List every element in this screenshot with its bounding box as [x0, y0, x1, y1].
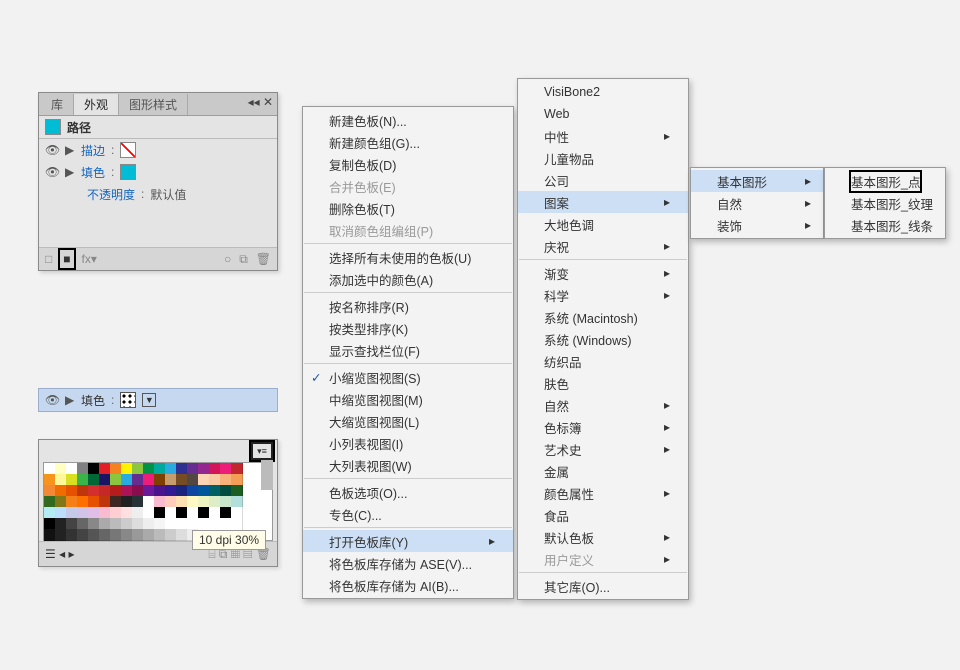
panel-menu-button[interactable]: ▾≡	[251, 442, 273, 460]
disclosure-icon[interactable]: ▶	[65, 143, 75, 157]
tab-appearance[interactable]: 外观	[74, 94, 119, 115]
appearance-footer: □ ■ fx▾ ○ ⧉ 🗑	[39, 247, 277, 270]
menu-item[interactable]: 将色板库存储为 ASE(V)...	[303, 552, 513, 574]
menu-item[interactable]: 基本图形_点	[825, 170, 945, 192]
menu-item[interactable]: 自然	[518, 394, 688, 416]
menu-item[interactable]: 渐变	[518, 262, 688, 284]
menu-item[interactable]: 科学	[518, 284, 688, 306]
footer-fx-icon[interactable]: fx▾	[82, 252, 97, 266]
menu-item[interactable]: 系统 (Macintosh)	[518, 306, 688, 328]
menu-item[interactable]: 新建色板(N)...	[303, 109, 513, 131]
open-swatch-library-submenu[interactable]: VisiBone2Web中性儿童物品公司图案大地色调庆祝渐变科学系统 (Maci…	[517, 78, 689, 600]
stroke-row[interactable]: 👁 ▶ 描边 :	[39, 139, 277, 161]
disclosure-icon[interactable]: ▶	[65, 393, 75, 407]
menu-item[interactable]: 小缩览图视图(S)	[303, 366, 513, 388]
menu-item[interactable]: 公司	[518, 169, 688, 191]
menu-item[interactable]: 系统 (Windows)	[518, 328, 688, 350]
menu-item[interactable]: 打开色板库(Y)	[303, 530, 513, 552]
object-swatch-icon	[45, 119, 61, 135]
fill-mini-label: 填色	[81, 392, 105, 409]
menu-item: 合并色板(E)	[303, 175, 513, 197]
footer-next-icon[interactable]: ▸	[68, 547, 74, 561]
menu-item[interactable]: 新建颜色组(G)...	[303, 131, 513, 153]
menu-item[interactable]: 纺织品	[518, 350, 688, 372]
menu-item: 取消颜色组编组(P)	[303, 219, 513, 241]
panel-close-controls[interactable]: ◂◂ ✕	[248, 95, 273, 109]
footer-left-icon[interactable]: ☰	[45, 547, 56, 561]
menu-item: 用户定义	[518, 548, 688, 570]
menu-item[interactable]: 大地色调	[518, 213, 688, 235]
menu-item[interactable]: 中缩览图视图(M)	[303, 388, 513, 410]
menu-item[interactable]: 食品	[518, 504, 688, 526]
basic-graphics-submenu[interactable]: 基本图形_点基本图形_纹理基本图形_线条	[824, 167, 946, 239]
menu-item[interactable]: 大缩览图视图(L)	[303, 410, 513, 432]
tab-library[interactable]: 库	[41, 94, 74, 115]
visibility-icon[interactable]: 👁	[45, 393, 59, 407]
menu-item[interactable]: 默认色板	[518, 526, 688, 548]
visibility-icon[interactable]: 👁	[45, 143, 59, 157]
dropdown-icon[interactable]: ▼	[142, 393, 156, 407]
menu-item[interactable]: 色标簿	[518, 416, 688, 438]
menu-item[interactable]: 添加选中的颜色(A)	[303, 268, 513, 290]
menu-item[interactable]: 基本图形_纹理	[825, 192, 945, 214]
menu-item[interactable]: 儿童物品	[518, 147, 688, 169]
opacity-value: 默认值	[150, 186, 186, 203]
disclosure-icon[interactable]: ▶	[65, 165, 75, 179]
menu-item[interactable]: 金属	[518, 460, 688, 482]
menu-item[interactable]: 庆祝	[518, 235, 688, 257]
menu-item[interactable]: 艺术史	[518, 438, 688, 460]
menu-item[interactable]: VisiBone2	[518, 81, 688, 103]
menu-item[interactable]: 专色(C)...	[303, 503, 513, 525]
fill-swatch-icon[interactable]	[120, 164, 136, 180]
scrollbar-thumb[interactable]	[261, 460, 273, 490]
menu-item[interactable]: 选择所有未使用的色板(U)	[303, 246, 513, 268]
opacity-label: 不透明度	[87, 186, 135, 203]
menu-item[interactable]: 基本图形_线条	[825, 214, 945, 236]
menu-item[interactable]: 按名称排序(R)	[303, 295, 513, 317]
menu-item[interactable]: 删除色板(T)	[303, 197, 513, 219]
menu-item[interactable]: 基本图形	[691, 170, 823, 192]
fill-row[interactable]: 👁 ▶ 填色 :	[39, 161, 277, 183]
menu-item[interactable]: 色板选项(O)...	[303, 481, 513, 503]
visibility-icon[interactable]: 👁	[45, 165, 59, 179]
pattern-submenu[interactable]: 基本图形自然装饰	[690, 167, 824, 239]
swatch-tooltip: 10 dpi 30%	[192, 530, 266, 550]
menu-item[interactable]: 其它库(O)...	[518, 575, 688, 597]
menu-item[interactable]: 将色板库存储为 AI(B)...	[303, 574, 513, 596]
fill-mini-panel: 👁 ▶ 填色 : ▼	[38, 388, 278, 412]
footer-icon[interactable]: □	[45, 252, 52, 266]
menu-item[interactable]: 颜色属性	[518, 482, 688, 504]
stroke-swatch-icon[interactable]	[120, 142, 136, 158]
menu-item[interactable]: 大列表视图(W)	[303, 454, 513, 476]
menu-item[interactable]: 肤色	[518, 372, 688, 394]
menu-item[interactable]: 小列表视图(I)	[303, 432, 513, 454]
menu-item[interactable]: 复制色板(D)	[303, 153, 513, 175]
footer-icon-highlight[interactable]: ■	[60, 250, 73, 268]
opacity-row[interactable]: 不透明度 : 默认值	[39, 183, 277, 205]
appearance-panel: 库 外观 图形样式 ◂◂ ✕ 路径 👁 ▶ 描边 : 👁 ▶ 填色 : 不透明度…	[38, 92, 278, 271]
menu-item[interactable]: 装饰	[691, 214, 823, 236]
swatch-panel-menu[interactable]: 新建色板(N)...新建颜色组(G)...复制色板(D)合并色板(E)删除色板(…	[302, 106, 514, 599]
menu-item[interactable]: 中性	[518, 125, 688, 147]
footer-prev-icon[interactable]: ◂	[59, 547, 65, 561]
menu-item[interactable]: 图案	[518, 191, 688, 213]
footer-icon-duplicate[interactable]: ⧉	[239, 252, 248, 267]
panel-tabbar: 库 外观 图形样式 ◂◂ ✕	[39, 93, 277, 116]
fill-label: 填色	[81, 164, 105, 181]
appearance-title: 路径	[67, 119, 91, 136]
pattern-swatch-icon[interactable]	[120, 392, 136, 408]
menu-item[interactable]: 按类型排序(K)	[303, 317, 513, 339]
menu-item[interactable]: Web	[518, 103, 688, 125]
appearance-title-row: 路径	[39, 116, 277, 139]
footer-icon-trash[interactable]: 🗑	[256, 252, 271, 266]
menu-item[interactable]: 显示查找栏位(F)	[303, 339, 513, 361]
fill-mini-row[interactable]: 👁 ▶ 填色 : ▼	[38, 388, 278, 412]
footer-icon-clear[interactable]: ○	[224, 252, 231, 266]
tab-graphic-styles[interactable]: 图形样式	[119, 94, 188, 115]
stroke-label: 描边	[81, 142, 105, 159]
menu-item[interactable]: 自然	[691, 192, 823, 214]
